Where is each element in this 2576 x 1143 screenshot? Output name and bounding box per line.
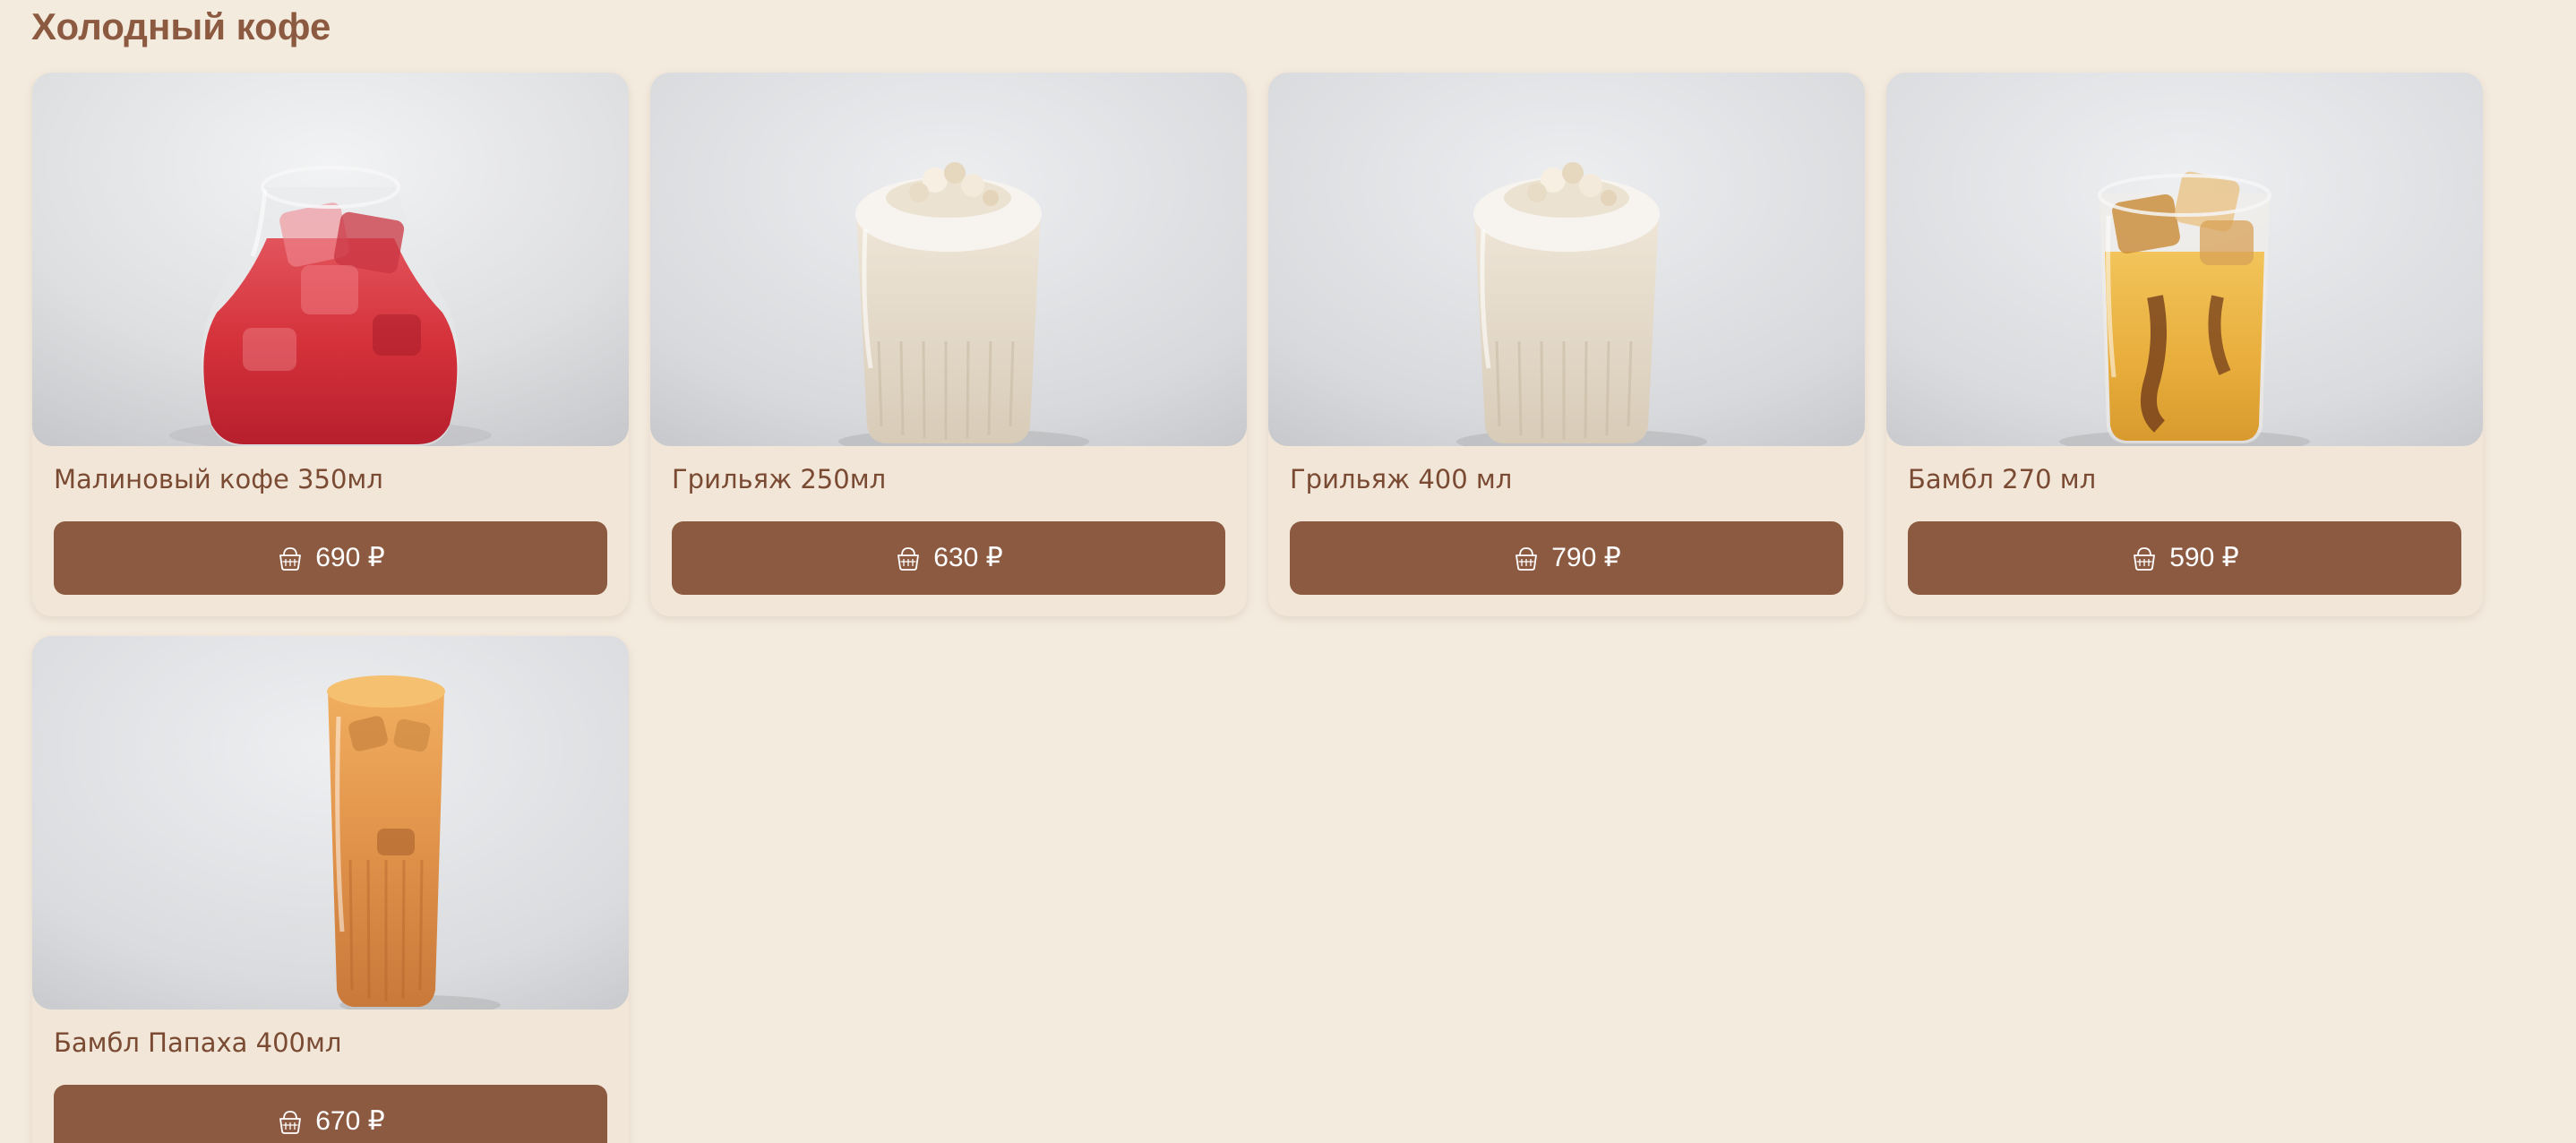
bumble-coffee-image [1886,73,2483,446]
product-name[interactable]: Грильяж 250мл [672,461,886,497]
add-to-cart-button[interactable]: 590 ₽ [1908,521,2461,595]
bumble-papakha-coffee-image [32,636,629,1010]
product-name[interactable]: Малиновый кофе 350мл [54,461,383,497]
product-card[interactable]: Малиновый кофе 350мл 690 ₽ [32,73,629,616]
basket-icon [276,1107,305,1136]
product-grid: Малиновый кофе 350мл 690 ₽ Грильяж 250мл… [32,73,2483,1143]
product-section: Холодный кофе Малиновый кофе 350мл 690 ₽… [0,0,2576,1143]
basket-icon [1512,544,1541,572]
price-label: 690 ₽ [315,543,385,572]
product-card[interactable]: Грильяж 400 мл 790 ₽ [1268,73,1865,616]
product-photo[interactable] [1268,73,1865,446]
add-to-cart-button[interactable]: 790 ₽ [1290,521,1843,595]
price-label: 630 ₽ [933,543,1003,572]
product-card[interactable]: Грильяж 250мл 630 ₽ [650,73,1247,616]
basket-icon [276,544,305,572]
price-label: 590 ₽ [2169,543,2239,572]
add-to-cart-button[interactable]: 630 ₽ [672,521,1225,595]
grillage-coffee-image [650,73,1247,446]
product-name[interactable]: Грильяж 400 мл [1290,461,1512,497]
product-card[interactable]: Бамбл 270 мл 590 ₽ [1886,73,2483,616]
product-photo[interactable] [1886,73,2483,446]
raspberry-coffee-image [32,73,629,446]
product-card[interactable]: Бамбл Папаха 400мл 670 ₽ [32,636,629,1143]
product-name[interactable]: Бамбл Папаха 400мл [54,1025,341,1061]
basket-icon [894,544,923,572]
section-title: Холодный кофе [31,5,331,47]
basket-icon [2130,544,2159,572]
add-to-cart-button[interactable]: 690 ₽ [54,521,607,595]
price-label: 670 ₽ [315,1106,385,1136]
grillage-coffee-image [1268,73,1865,446]
product-name[interactable]: Бамбл 270 мл [1908,461,2096,497]
add-to-cart-button[interactable]: 670 ₽ [54,1085,607,1143]
product-photo[interactable] [32,73,629,446]
product-photo[interactable] [650,73,1247,446]
product-photo[interactable] [32,636,629,1010]
price-label: 790 ₽ [1551,543,1621,572]
